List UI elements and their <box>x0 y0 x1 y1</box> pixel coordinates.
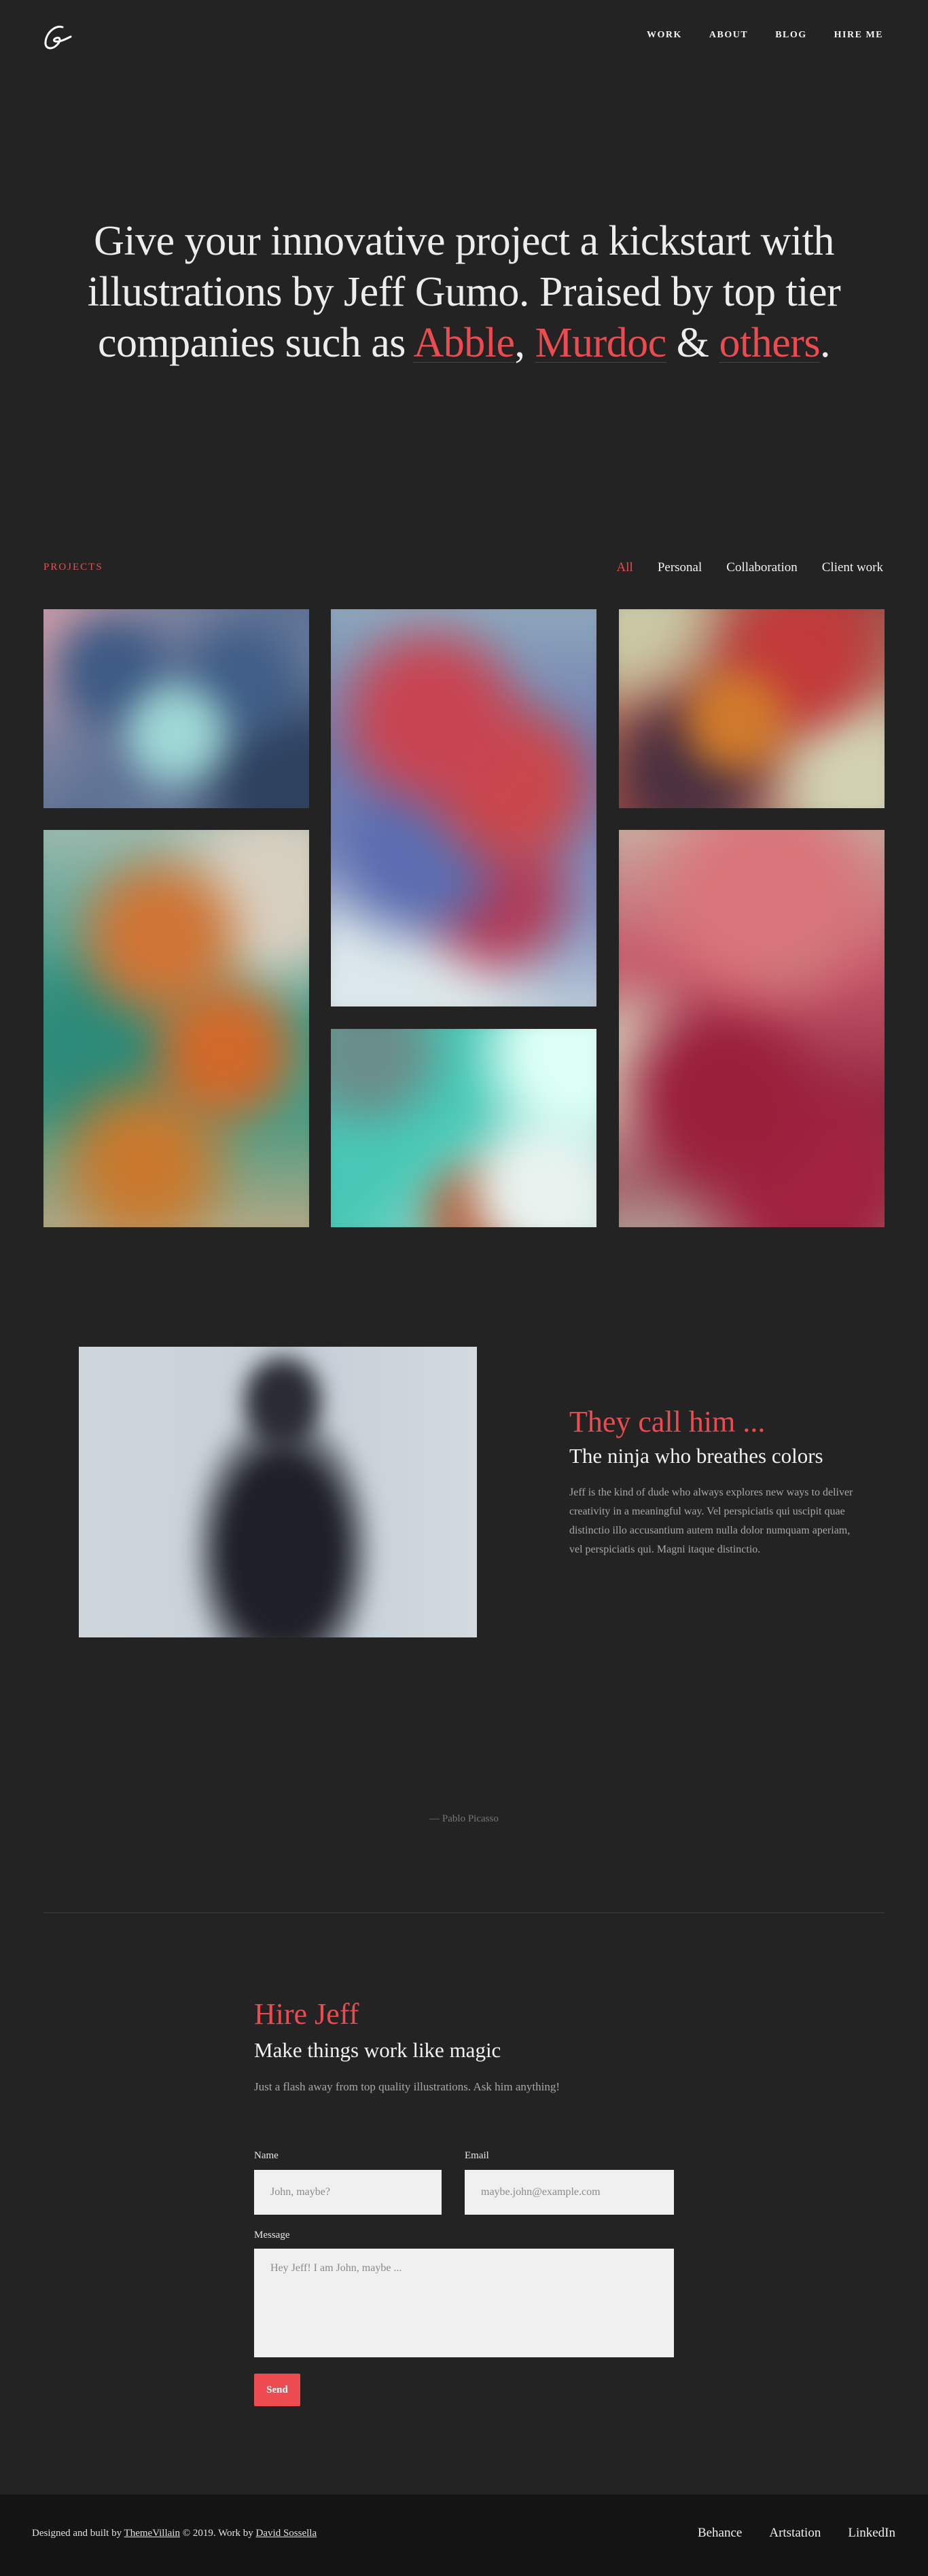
hero-end: . <box>820 320 831 366</box>
hero-line-2: illustrations by Jeff Gumo. Praised by t… <box>87 269 841 315</box>
project-tile-6[interactable] <box>619 830 885 1227</box>
quote-attribution: — Pablo Picasso <box>429 1813 499 1824</box>
filter-personal[interactable]: Personal <box>658 560 702 575</box>
name-label: Name <box>254 2150 279 2161</box>
nav-blog[interactable]: BLOG <box>775 30 806 41</box>
social-links: Behance Artstation LinkedIn <box>698 2526 895 2541</box>
project-filters: All Personal Collaboration Client work <box>617 560 883 575</box>
divider <box>43 1912 885 1913</box>
company-link-murdoc[interactable]: Murdoc <box>535 320 666 366</box>
credits-prefix: Designed and built by <box>32 2528 124 2539</box>
credits-middle: © 2019. Work by <box>179 2528 256 2539</box>
hero-line-3: companies such as Abble, Murdoc & others… <box>68 318 860 369</box>
project-tile-1[interactable] <box>43 609 309 808</box>
about-heading: They call him ... <box>569 1405 766 1438</box>
projects-label: PROJECTS <box>43 562 103 573</box>
about-subheading: The ninja who breathes colors <box>569 1444 823 1468</box>
logo[interactable] <box>42 23 73 53</box>
message-field[interactable] <box>254 2249 674 2357</box>
project-tile-4[interactable] <box>43 830 309 1227</box>
social-artstation[interactable]: Artstation <box>769 2526 821 2541</box>
hero-line-1: Give your innovative project a kickstart… <box>94 218 834 264</box>
social-linkedin[interactable]: LinkedIn <box>848 2526 895 2541</box>
hero-separator: , <box>514 320 535 366</box>
hero-line-3-text: companies such as <box>97 320 414 366</box>
name-field[interactable] <box>254 2170 442 2215</box>
project-tile-3[interactable] <box>619 609 885 808</box>
send-button[interactable]: Send <box>254 2374 300 2406</box>
message-label: Message <box>254 2230 290 2241</box>
company-link-others[interactable]: others <box>719 320 821 366</box>
main-nav: WORK ABOUT BLOG HIRE ME <box>647 30 883 41</box>
about-paragraph: Jeff is the kind of dude who always expl… <box>569 1487 853 1555</box>
company-link-abble[interactable]: Abble <box>413 320 515 366</box>
nav-about[interactable]: ABOUT <box>709 30 748 41</box>
filter-collaboration[interactable]: Collaboration <box>726 560 797 575</box>
project-tile-2[interactable] <box>331 609 596 1006</box>
nav-work[interactable]: WORK <box>647 30 682 41</box>
project-tile-5[interactable] <box>331 1029 596 1227</box>
portrait-photo <box>79 1347 477 1637</box>
hire-heading: Hire Jeff <box>254 1997 359 2031</box>
filter-all[interactable]: All <box>617 560 633 575</box>
nav-hire-me[interactable]: HIRE ME <box>834 30 883 41</box>
hero-headline: Give your innovative project a kickstart… <box>68 216 860 369</box>
email-label: Email <box>465 2150 489 2161</box>
social-behance[interactable]: Behance <box>698 2526 742 2541</box>
signature-g-logo-icon <box>44 25 72 50</box>
footer-credits: Designed and built by ThemeVillain © 201… <box>32 2528 317 2539</box>
hero-separator: & <box>666 320 719 366</box>
hire-subheading: Make things work like magic <box>254 2038 501 2062</box>
credits-link-themevillain[interactable]: ThemeVillain <box>124 2528 180 2539</box>
hire-text: Just a flash away from top quality illus… <box>254 2080 560 2093</box>
filter-client-work[interactable]: Client work <box>822 560 883 575</box>
email-field[interactable] <box>465 2170 674 2215</box>
credits-link-david-sossella[interactable]: David Sossella <box>256 2528 317 2539</box>
